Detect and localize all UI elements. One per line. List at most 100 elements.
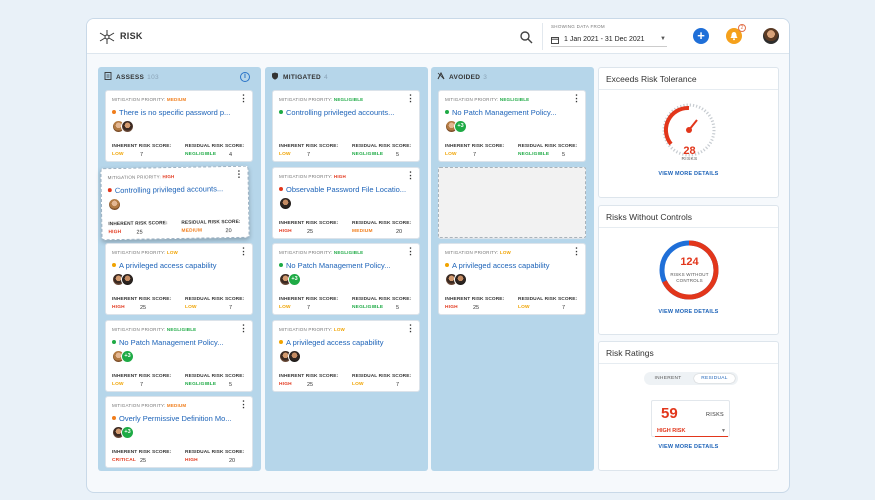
- view-more-details-link[interactable]: VIEW MORE DETAILS: [599, 171, 778, 177]
- residual-score-value: 7: [396, 382, 400, 388]
- status-dot: [445, 110, 449, 114]
- rating-level-select[interactable]: HIGH RISK ▼: [655, 428, 728, 437]
- more-assignees-badge[interactable]: +3: [454, 120, 467, 133]
- assignee-avatar[interactable]: [454, 273, 467, 286]
- info-icon[interactable]: i: [240, 72, 250, 82]
- risk-card[interactable]: MITIGATION PRIORITY: NEGLIGIBLE ⋮ Contro…: [272, 90, 420, 162]
- priority-line: MITIGATION PRIORITY: HIGH: [279, 174, 346, 179]
- assignee-avatar[interactable]: [279, 197, 292, 210]
- inherent-score-label: INHERENT RISK SCORE:: [112, 374, 172, 379]
- inherent-score-label: INHERENT RISK SCORE:: [112, 450, 172, 455]
- inherent-score: INHERENT RISK SCORE: CRITICAL 25: [112, 450, 182, 464]
- risk-title[interactable]: No Patch Management Policy...: [445, 108, 580, 117]
- inherent-score-label: INHERENT RISK SCORE:: [108, 221, 168, 228]
- more-options-icon[interactable]: ⋮: [234, 169, 243, 179]
- risk-title[interactable]: A privileged access capability: [445, 261, 580, 270]
- inherent-level: LOW: [112, 382, 124, 387]
- risk-title[interactable]: Controlling privileged accounts...: [279, 108, 414, 117]
- date-range-value: 1 Jan 2021 - 31 Dec 2021: [564, 36, 645, 43]
- risk-title[interactable]: There is no specific password p...: [112, 108, 247, 117]
- residual-score-label: RESIDUAL RISK SCORE:: [181, 219, 241, 226]
- more-options-icon[interactable]: ⋮: [406, 94, 415, 103]
- more-options-icon[interactable]: ⋮: [406, 324, 415, 333]
- view-more-details-link[interactable]: VIEW MORE DETAILS: [599, 444, 778, 450]
- risk-title[interactable]: A privileged access capability: [112, 261, 247, 270]
- risk-card[interactable]: MITIGATION PRIORITY: HIGH ⋮ Controlling …: [100, 165, 250, 241]
- risk-title[interactable]: Overly Permissive Definition Mo...: [112, 414, 247, 423]
- risk-title[interactable]: Observable Password File Locatio...: [279, 185, 414, 194]
- residual-score-label: RESIDUAL RISK SCORE:: [185, 374, 245, 379]
- more-options-icon[interactable]: ⋮: [572, 94, 581, 103]
- risk-logo-icon: [99, 30, 115, 44]
- risk-title-text: No Patch Management Policy...: [286, 261, 391, 270]
- panel-risk-ratings: Risk Ratings INHERENT RESIDUAL 59 RISKS …: [598, 341, 779, 471]
- priority-value: LOW: [333, 327, 345, 332]
- assignee-avatar[interactable]: [107, 197, 122, 212]
- residual-level: LOW: [185, 305, 197, 310]
- column-header: AVOIDED 3: [437, 72, 487, 84]
- risk-scores: INHERENT RISK SCORE: LOW 7 RESIDUAL RISK…: [112, 144, 250, 162]
- residual-score-label: RESIDUAL RISK SCORE:: [518, 297, 578, 302]
- priority-value: HIGH: [162, 174, 175, 180]
- risk-card[interactable]: MITIGATION PRIORITY: NEGLIGIBLE ⋮ No Pat…: [438, 90, 586, 162]
- residual-level: NEGLIGIBLE: [185, 382, 217, 387]
- risk-card[interactable]: MITIGATION PRIORITY: MEDIUM ⋮ There is n…: [105, 90, 253, 162]
- user-avatar[interactable]: [763, 28, 779, 44]
- risk-title-text: No Patch Management Policy...: [452, 108, 557, 117]
- residual-score: RESIDUAL RISK SCORE: NEGLIGIBLE 5: [352, 297, 422, 311]
- risk-title-text: A privileged access capability: [452, 261, 550, 270]
- assignees: [279, 197, 292, 211]
- inherent-score-value: 25: [307, 382, 314, 388]
- more-assignees-badge[interactable]: +3: [121, 426, 134, 439]
- residual-score: RESIDUAL RISK SCORE: NEGLIGIBLE 5: [185, 374, 255, 388]
- risk-title[interactable]: No Patch Management Policy...: [112, 338, 247, 347]
- priority-label: MITIGATION PRIORITY:: [279, 174, 333, 179]
- risk-card[interactable]: MITIGATION PRIORITY: MEDIUM ⋮ Overly Per…: [105, 396, 253, 468]
- more-options-icon[interactable]: ⋮: [239, 94, 248, 103]
- risk-title[interactable]: A privileged access capability: [279, 338, 414, 347]
- more-options-icon[interactable]: ⋮: [406, 247, 415, 256]
- risk-card[interactable]: MITIGATION PRIORITY: NEGLIGIBLE ⋮ No Pat…: [105, 320, 253, 392]
- column-count: 103: [147, 74, 159, 81]
- risk-card[interactable]: MITIGATION PRIORITY: HIGH ⋮ Observable P…: [272, 167, 420, 239]
- add-button[interactable]: +: [693, 28, 709, 44]
- residual-score-label: RESIDUAL RISK SCORE:: [352, 144, 412, 149]
- assignee-avatar[interactable]: [121, 273, 134, 286]
- residual-score-value: 5: [396, 305, 400, 311]
- tab-residual[interactable]: RESIDUAL: [694, 374, 735, 383]
- more-options-icon[interactable]: ⋮: [572, 247, 581, 256]
- controls-value: 124: [680, 256, 699, 268]
- risk-title-text: No Patch Management Policy...: [119, 338, 224, 347]
- risk-card[interactable]: MITIGATION PRIORITY: LOW ⋮ A privileged …: [105, 243, 253, 315]
- assignees: +3: [112, 426, 134, 440]
- more-assignees-badge[interactable]: +3: [121, 350, 134, 363]
- residual-level: LOW: [518, 305, 530, 310]
- date-range-picker[interactable]: 1 Jan 2021 - 31 Dec 2021 ▼: [551, 35, 667, 47]
- view-more-details-link[interactable]: VIEW MORE DETAILS: [599, 309, 778, 315]
- inherent-level: HIGH: [445, 305, 458, 310]
- more-options-icon[interactable]: ⋮: [239, 247, 248, 256]
- more-assignees-badge[interactable]: +3: [288, 273, 301, 286]
- divider: [542, 23, 543, 50]
- assignee-avatar[interactable]: [121, 120, 134, 133]
- inherent-score-value: 7: [140, 382, 144, 388]
- more-options-icon[interactable]: ⋮: [239, 400, 248, 409]
- search-icon[interactable]: [519, 30, 533, 44]
- assignee-avatar[interactable]: [288, 350, 301, 363]
- risk-title[interactable]: No Patch Management Policy...: [279, 261, 414, 270]
- risk-card[interactable]: MITIGATION PRIORITY: LOW ⋮ A privileged …: [438, 243, 586, 315]
- risk-title[interactable]: Controlling privileged accounts...: [107, 184, 243, 195]
- tab-inherent[interactable]: INHERENT: [648, 372, 688, 385]
- inherent-score: INHERENT RISK SCORE: HIGH 25: [279, 374, 349, 388]
- risk-title-text: There is no specific password p...: [119, 108, 231, 117]
- risk-card[interactable]: MITIGATION PRIORITY: NEGLIGIBLE ⋮ No Pat…: [272, 243, 420, 315]
- risk-card[interactable]: MITIGATION PRIORITY: LOW ⋮ A privileged …: [272, 320, 420, 392]
- more-options-icon[interactable]: ⋮: [239, 324, 248, 333]
- priority-value: LOW: [499, 250, 511, 255]
- divider: [599, 227, 778, 228]
- inherent-level: LOW: [279, 305, 291, 310]
- residual-score: RESIDUAL RISK SCORE: NEGLIGIBLE 5: [352, 144, 422, 158]
- more-options-icon[interactable]: ⋮: [406, 171, 415, 180]
- priority-line: MITIGATION PRIORITY: NEGLIGIBLE: [112, 327, 196, 332]
- risk-title-text: Overly Permissive Definition Mo...: [119, 414, 232, 423]
